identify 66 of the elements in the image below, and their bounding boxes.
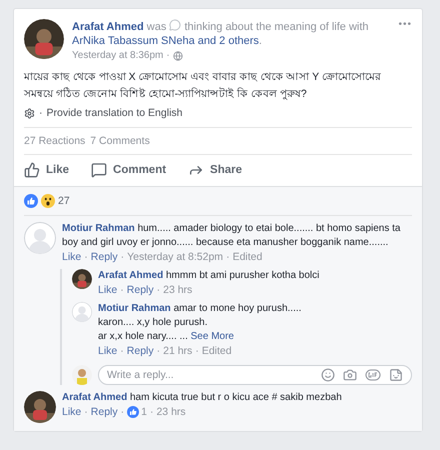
comment-action-link[interactable]: Like: [98, 284, 118, 296]
reply-field[interactable]: Write a reply...: [98, 365, 412, 385]
globe-icon[interactable]: [172, 50, 183, 60]
separator-dot: ·: [39, 107, 42, 119]
comment-button[interactable]: Comment: [91, 162, 166, 178]
gif-icon[interactable]: [365, 369, 381, 381]
like-reaction-icon: [24, 194, 38, 208]
post-header-text: Arafat Ahmed was thinking about the meaning of life with ArNika Tabassum SNeha and 2 others.: [72, 19, 370, 48]
share-button[interactable]: Share: [188, 162, 242, 178]
separator-dot: ·: [120, 345, 124, 357]
comment-action-link[interactable]: Reply: [126, 345, 154, 357]
comment-action-link[interactable]: Reply: [90, 251, 118, 263]
author-link[interactable]: Arafat Ahmed: [72, 21, 144, 33]
author-link[interactable]: Motiur Rahman: [98, 303, 171, 314]
comment-action-link[interactable]: Reply: [90, 406, 118, 418]
separator-dot: ·: [166, 50, 170, 61]
comment-action-link[interactable]: Reply: [126, 284, 154, 296]
sticker-icon[interactable]: [389, 368, 403, 382]
comment-text: Arafat Ahmed ham kicuta true but r o kicu ace # sakib mezbah: [62, 391, 343, 405]
separator-dot: ·: [120, 406, 124, 418]
separator-dot: ·: [195, 345, 199, 357]
tagged-link[interactable]: ArNika Tabassum SNeha: [72, 35, 195, 47]
avatar: [72, 365, 92, 385]
camera-icon[interactable]: [343, 368, 357, 382]
speech-bubble-icon: [91, 162, 108, 178]
comments-count[interactable]: 7 Comments: [90, 135, 150, 147]
post-time[interactable]: Yesterday at 8:36pm: [72, 50, 164, 61]
speech-bubble-icon: [169, 19, 182, 31]
more-menu[interactable]: •••: [398, 19, 412, 30]
avatar: [24, 19, 64, 59]
comment-action-link[interactable]: Like: [62, 251, 82, 263]
comment-action-link[interactable]: Like: [98, 345, 118, 357]
comment-text: Motiur Rahman amar to mone hoy purush..... karon.... x,y hole purush. ar x,x hole nary.... ... See More: [98, 302, 302, 344]
comment-text: Arafat Ahmed hmmm bt ami purusher kotha bolci: [98, 269, 320, 283]
separator-dot: ·: [84, 406, 88, 418]
others-link[interactable]: 2 others: [219, 35, 259, 47]
comment-time: 23 hrs: [163, 284, 192, 296]
like-count: 1: [141, 406, 147, 418]
translation-link[interactable]: Provide translation to English: [46, 107, 182, 119]
comment-time: Yesterday at 8:52pm: [127, 251, 224, 263]
wow-reaction-icon: [41, 194, 55, 208]
reaction-count[interactable]: 27: [58, 195, 70, 207]
comment-time: 23 hrs: [156, 406, 186, 418]
separator-dot: ·: [156, 284, 160, 296]
separator-dot: ·: [120, 284, 124, 296]
gear-icon[interactable]: [24, 108, 35, 118]
comment-action-link[interactable]: Like: [62, 406, 82, 418]
author-link[interactable]: Arafat Ahmed: [98, 270, 164, 281]
reactions-count[interactable]: 27 Reactions: [24, 135, 86, 147]
edited-label: Edited: [232, 251, 262, 263]
author-link[interactable]: Arafat Ahmed: [62, 392, 128, 403]
separator-dot: ·: [84, 251, 88, 263]
edited-label: Edited: [202, 345, 232, 357]
like-button[interactable]: Like: [24, 162, 70, 178]
separator-dot: ·: [156, 345, 160, 357]
comment-time: 21 hrs: [163, 345, 192, 357]
see-more-link[interactable]: See More: [190, 331, 234, 342]
author-link[interactable]: Motiur Rahman: [62, 223, 135, 234]
post-text: মায়ের কাছ থেকে পাওয়া X ক্রোমোসোম এবং বাবার কাছ থেকে আসা Y ক্রোমোসোমের সমন্বয়ে গঠিত জেনোম বিশিষ্ট হোমো-স্যাপিয়ান্সটাই কি কেবল পুরুষ?: [24, 70, 382, 102]
comment-text: Motiur Rahman hum..... amader biology to etai bole....... bt homo sapiens ta boy and girl uvoy er jonno...... because eta manusher bogganik name.......: [62, 222, 402, 250]
like-badge-icon: [127, 406, 140, 418]
separator-dot: ·: [120, 251, 124, 263]
separator-dot: ·: [150, 406, 154, 418]
thumbs-up-icon: [24, 162, 40, 178]
emoji-icon[interactable]: [321, 368, 335, 382]
separator-dot: ·: [226, 251, 230, 263]
